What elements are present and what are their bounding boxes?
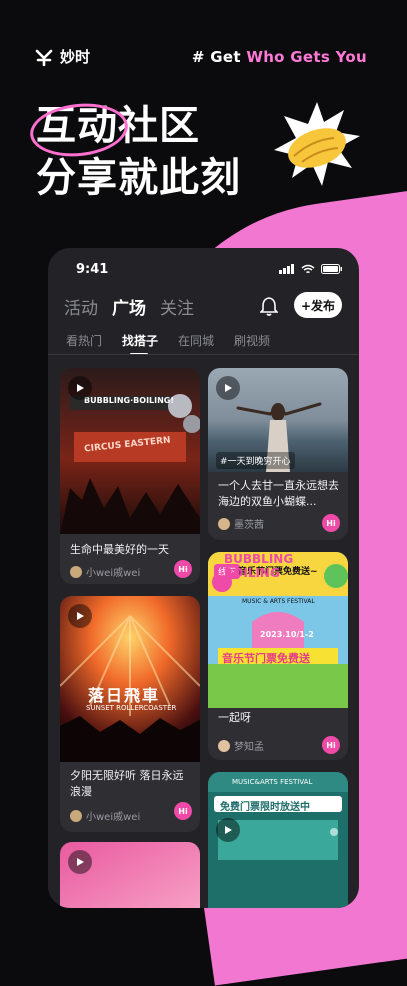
top-bar: 妙时 # Get Who Gets You [0, 0, 407, 100]
card-author: 墨茨茜 [218, 516, 264, 531]
card-author: 小wei戚wei [70, 808, 140, 823]
app-logo: 妙时 [34, 46, 90, 67]
hero-line-2: 分享就此刻 [36, 155, 241, 201]
status-time: 9:41 [76, 262, 109, 277]
tagline-prefix: # Get [191, 48, 247, 66]
topic-tag[interactable]: #一天到晚穷开心 [216, 452, 295, 469]
author-name: 小wei戚wei [86, 568, 141, 579]
author-name: 墨茨茜 [234, 520, 264, 531]
signal-icon [279, 264, 294, 274]
subtab-same-city[interactable]: 在同城 [178, 332, 214, 349]
poster-sub: MUSIC & ARTS FESTIVAL [242, 598, 315, 605]
poster-head: MUSIC&ARTS FESTIVAL [232, 778, 313, 786]
image-caption: BUBBLING·BOILING! [84, 396, 175, 405]
hi-button[interactable]: Hi [174, 560, 192, 578]
play-icon[interactable] [68, 376, 92, 400]
tabs-divider [48, 354, 359, 355]
subtab-find-partner[interactable]: 找搭子 [122, 332, 158, 355]
play-icon[interactable] [216, 818, 240, 842]
feed-card[interactable]: MUSIC&ARTS FESTIVAL 免费门票限时放送中 [208, 772, 348, 908]
logo-icon [35, 49, 53, 66]
poster-banner: 音乐节门票免费送 [222, 652, 310, 665]
avatar [70, 565, 82, 578]
image-subcaption: SUNSET ROLLERCOASTER [86, 704, 177, 712]
main-tabs: 活动 广场 关注 [64, 294, 194, 319]
image-caption: 落日飛車 [88, 686, 161, 705]
feed-card[interactable]: BUBBLING·BOILING! CIRCUS EASTERN 生命中最美好的… [60, 368, 200, 584]
avatar [218, 739, 230, 752]
post-button[interactable]: +发布 [294, 292, 342, 318]
hero-heading: 互动社区 分享就此刻 [27, 99, 241, 204]
card-title: 一起呀 [218, 711, 251, 724]
feed-card[interactable]: 落日飛車 SUNSET ROLLERCOASTER 夕阳无限好听 落日永远浪漫 … [60, 596, 200, 832]
avatar [218, 517, 230, 530]
hi-button[interactable]: Hi [322, 514, 340, 532]
wifi-icon [301, 264, 315, 274]
tagline-highlight: Who Gets You [246, 48, 367, 66]
poster-head: BUBBLING BOILING [224, 552, 294, 580]
status-bar: 9:41 [48, 248, 359, 292]
play-icon[interactable] [216, 376, 240, 400]
poster-date: 2023.10/1-2 [260, 630, 314, 639]
feed-card[interactable]: 线下 音乐节门票免费送~ BUBBLING BOILING MUSIC & AR… [208, 552, 348, 760]
play-icon[interactable] [68, 604, 92, 628]
logo-text: 妙时 [60, 48, 91, 66]
tab-activity[interactable]: 活动 [64, 294, 98, 319]
hi-button[interactable]: Hi [322, 736, 340, 754]
battery-icon [321, 264, 342, 274]
bell-icon[interactable] [260, 296, 278, 316]
author-name: 梦知孟 [234, 742, 264, 753]
card-title: 夕阳无限好听 落日永远浪漫 [70, 769, 184, 798]
tab-following[interactable]: 关注 [160, 294, 194, 319]
handshake-icon [274, 102, 360, 186]
play-icon[interactable] [68, 850, 92, 874]
card-author: 小wei戚wei [70, 564, 140, 579]
phone-mockup: 9:41 活动 广场 关注 +发布 看热门 找搭子 在同城 刷视频 BUBBLI… [48, 248, 359, 908]
subtab-videos[interactable]: 刷视频 [234, 332, 270, 349]
card-title: 一个人去甘一直永远想去海边的双鱼小蝴蝶... [218, 479, 339, 508]
card-title: 生命中最美好的一天 [70, 543, 169, 556]
hi-button[interactable]: Hi [174, 802, 192, 820]
tab-plaza[interactable]: 广场 [112, 294, 146, 319]
sub-tabs: 看热门 找搭子 在同城 刷视频 [66, 332, 270, 355]
status-icons [279, 264, 343, 274]
tagline: # Get Who Gets You [192, 48, 367, 66]
feed-card[interactable] [60, 842, 200, 908]
subtab-hot[interactable]: 看热门 [66, 332, 102, 349]
feed-card[interactable]: #一天到晚穷开心 一个人去甘一直永远想去海边的双鱼小蝴蝶... 墨茨茜 Hi [208, 368, 348, 540]
card-author: 梦知孟 [218, 738, 264, 753]
poster-banner: 免费门票限时放送中 [220, 802, 310, 813]
author-name: 小wei戚wei [86, 812, 141, 823]
avatar [70, 809, 82, 822]
